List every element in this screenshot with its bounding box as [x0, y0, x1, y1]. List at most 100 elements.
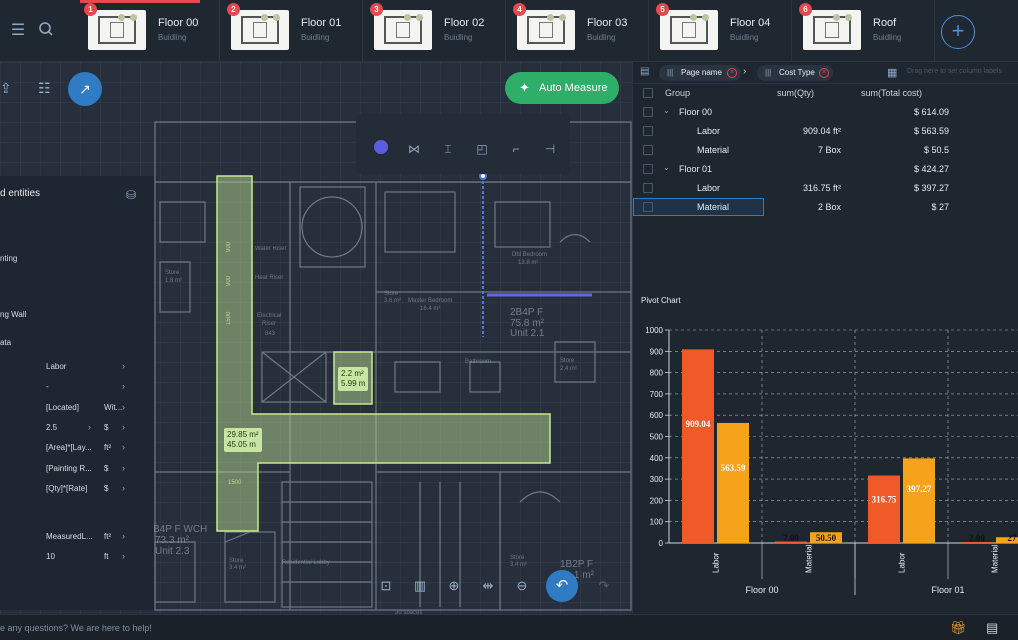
pill-cost-type[interactable]: ||| Cost Type × — [757, 65, 833, 81]
floor-subtitle: Buidling — [444, 33, 473, 42]
y-tick-label: 100 — [650, 518, 664, 527]
add-floor-button[interactable]: + — [941, 15, 975, 49]
data-label: 909.04 — [686, 419, 711, 429]
hamburger-icon[interactable]: ☰ — [8, 21, 28, 41]
row-label: Labor — [697, 126, 721, 136]
chevron-right-icon[interactable]: › — [122, 531, 125, 541]
mirror-icon[interactable]: ⋈ — [406, 141, 422, 157]
segment-icon[interactable]: ⊣ — [542, 141, 558, 157]
chevron-right-icon[interactable]: › — [122, 442, 125, 452]
floor-tab[interactable]: 3 Floor 02 Buidling — [366, 0, 506, 62]
header-qty: sum(Qty) — [777, 88, 814, 98]
entity-row-label[interactable]: nting — [0, 254, 17, 263]
field-value[interactable]: [Painting R... — [46, 464, 92, 473]
y-tick-label: 700 — [650, 390, 664, 399]
chevron-right-icon[interactable]: › — [122, 551, 125, 561]
field-value[interactable]: [Area]*[Lay... — [46, 443, 92, 452]
floor-tab[interactable]: 2 Floor 01 Buidling — [223, 0, 363, 62]
field-value[interactable]: [Located] — [46, 403, 79, 412]
chevron-right-icon[interactable]: › — [88, 422, 91, 432]
table-row[interactable]: Labor 909.04 ft² $ 563.59 — [633, 122, 1018, 141]
field-value[interactable]: 2.5 — [46, 423, 57, 432]
table-row[interactable]: Labor 316.75 ft² $ 397.27 — [633, 179, 1018, 198]
row-checkbox[interactable] — [643, 145, 653, 155]
entity-row-label[interactable]: ata — [0, 338, 11, 347]
table-row[interactable]: Material 7 Box $ 50.5 — [633, 141, 1018, 160]
row-checkbox[interactable] — [643, 126, 653, 136]
chevron-right-icon[interactable]: › — [122, 463, 125, 473]
drawing-canvas[interactable]: Water Riser Heat Riser Electrical Riser … — [0, 62, 632, 614]
floor-subtitle: Buidling — [730, 33, 759, 42]
data-label: 316.75 — [872, 495, 897, 505]
bucket-icon[interactable]: ◰ — [474, 141, 490, 157]
table-row[interactable]: Material 2 Box $ 27 — [633, 198, 1018, 217]
zoom-in-icon[interactable]: ⊕ — [446, 578, 462, 594]
field-value[interactable]: MeasuredL... — [46, 532, 93, 541]
group-row[interactable]: ⌄ Floor 01 $ 424.27 — [633, 160, 1018, 179]
compass-icon: ↗ — [79, 81, 91, 97]
undo-button[interactable]: ↶ — [546, 570, 578, 602]
share-icon[interactable]: ⇪ — [0, 80, 12, 97]
chevron-right-icon[interactable]: › — [122, 361, 125, 371]
pivot-chart-svg: 0 100 200 300 400 500 600 700 800 900 1000 Floor 00… — [645, 326, 1018, 595]
row-checkbox[interactable] — [643, 164, 653, 174]
map-icon[interactable]: ▥ — [412, 578, 428, 594]
field-value[interactable]: Labor — [46, 362, 66, 371]
chevron-right-icon[interactable]: › — [122, 422, 125, 432]
chevron-right-icon[interactable]: › — [122, 381, 125, 391]
auto-measure-button[interactable]: ✦ Auto Measure — [505, 72, 619, 104]
gift-icon[interactable]: 🎁︎ — [950, 620, 967, 636]
split-icon[interactable]: ⌶ — [440, 141, 456, 157]
floor-tab[interactable]: 1 Floor 00 Buidling — [80, 0, 220, 62]
color-picker-dot[interactable] — [374, 140, 388, 154]
field-unit: $ — [104, 464, 109, 473]
row-checkbox[interactable] — [643, 202, 653, 212]
collapse-caret-icon[interactable]: ⌄ — [663, 163, 670, 172]
floor-tab[interactable]: 6 Roof Buidling — [795, 0, 935, 62]
redo-icon[interactable]: ↷ — [596, 578, 612, 594]
group-row[interactable]: ⌄ Floor 00 $ 614.09 — [633, 103, 1018, 122]
document-icon[interactable]: ▤ — [986, 620, 998, 636]
fit-width-icon[interactable]: ⇹ — [480, 578, 496, 594]
remove-icon[interactable]: × — [727, 68, 737, 78]
floor-badge: 6 — [799, 3, 812, 16]
pivot-pane: ▤ ||| Page name × › ||| Cost Type × ▦ Dr… — [632, 62, 1018, 614]
x-category-label: Material — [805, 544, 814, 573]
database-icon[interactable]: ⛁ — [126, 188, 140, 202]
x-category-label: Material — [991, 544, 1000, 573]
entity-row-label[interactable]: ng Wall — [0, 310, 26, 319]
field-unit: $ — [104, 423, 109, 432]
floor-tab[interactable]: 4 Floor 03 Buidling — [509, 0, 649, 62]
help-text[interactable]: e any questions? We are here to help! — [0, 623, 152, 633]
data-label: 563.59 — [721, 463, 746, 473]
table-icon[interactable]: ▤ — [640, 66, 649, 77]
floor-tab[interactable]: 5 Floor 04 Buidling — [652, 0, 792, 62]
row-checkbox[interactable] — [643, 107, 653, 117]
navigate-button[interactable]: ↗ — [68, 72, 102, 106]
pill-page-name[interactable]: ||| Page name × — [659, 65, 741, 81]
pivot-header-bar: ▤ ||| Page name × › ||| Cost Type × ▦ Dr… — [633, 62, 1018, 84]
select-all-checkbox[interactable] — [643, 88, 653, 98]
floor-badge: 5 — [656, 3, 669, 16]
chevron-right-icon[interactable]: › — [122, 402, 125, 412]
row-label: Labor — [697, 183, 721, 193]
row-checkbox[interactable] — [643, 183, 653, 193]
footer: e any questions? We are here to help! 🎁︎… — [0, 614, 1018, 640]
list-icon[interactable]: ☷ — [38, 80, 51, 97]
chevron-right-icon[interactable]: › — [122, 483, 125, 493]
data-label: 2.00 — [969, 533, 985, 543]
field-value[interactable]: - — [46, 382, 49, 391]
field-value[interactable]: 10 — [46, 552, 55, 561]
svg-text:Store: Store — [560, 358, 575, 364]
corner-icon[interactable]: ⌐ — [508, 141, 524, 157]
zoom-out-icon[interactable]: ⊖ — [514, 578, 530, 594]
columns-icon[interactable]: ▦ — [887, 66, 897, 79]
row-cost: $ 50.5 — [923, 145, 949, 155]
search-icon[interactable] — [36, 21, 56, 41]
x-group-label: Floor 00 — [745, 585, 778, 595]
x-category-label: Labor — [898, 552, 907, 573]
remove-icon[interactable]: × — [819, 68, 829, 78]
zoom-fit-icon[interactable]: ⊡ — [378, 578, 394, 594]
collapse-caret-icon[interactable]: ⌄ — [663, 106, 670, 115]
field-value[interactable]: [Qty]*[Rate] — [46, 484, 87, 493]
